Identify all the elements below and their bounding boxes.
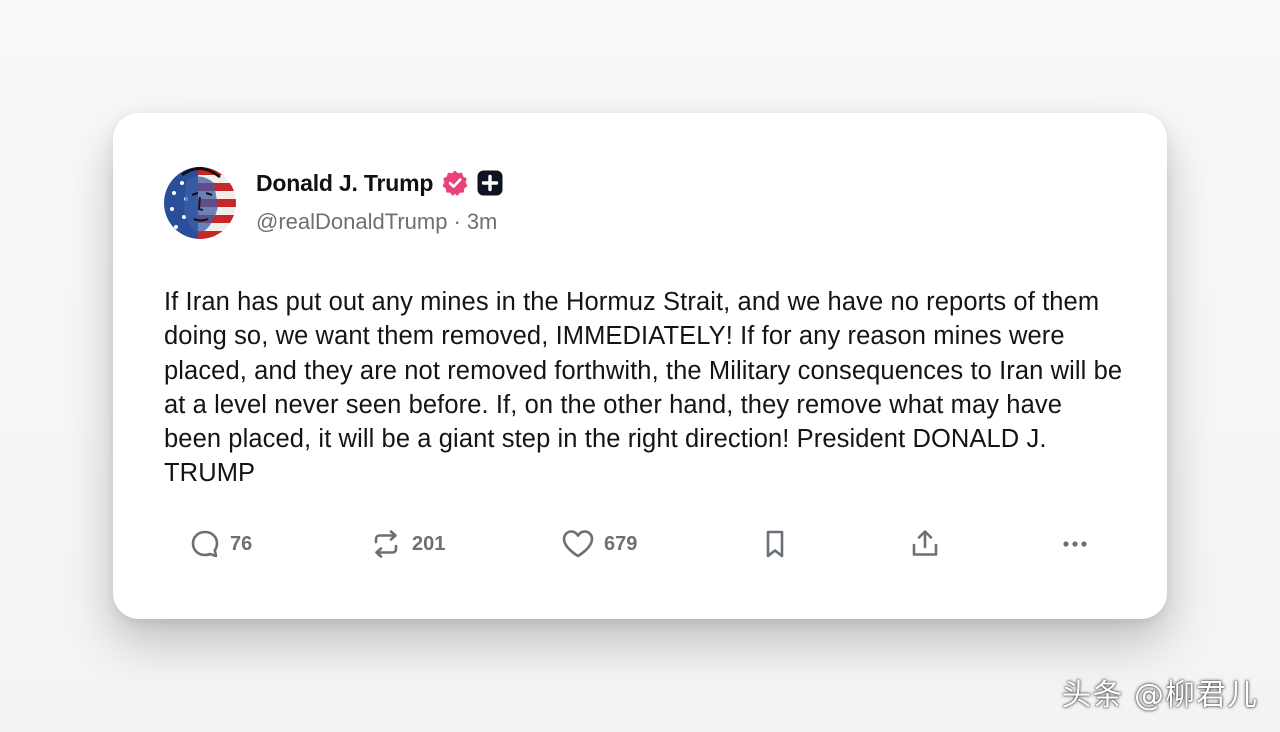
bookmark-icon [758, 527, 792, 561]
author-name-row: Donald J. Trump [256, 165, 503, 201]
heart-icon [560, 527, 596, 561]
share-icon [908, 527, 942, 561]
post-body-text: If Iran has put out any mines in the Hor… [164, 288, 1123, 488]
repost-button[interactable]: 201 [368, 523, 445, 565]
avatar-image [164, 167, 236, 239]
like-count: 679 [604, 532, 638, 555]
screenshot-stage: Donald J. Trump @realDonaldTrump · 3m If… [0, 0, 1280, 732]
reply-count: 76 [230, 532, 253, 555]
like-button[interactable]: 679 [560, 523, 637, 565]
post-timestamp[interactable]: 3m [467, 209, 498, 235]
repost-icon [368, 527, 404, 561]
post-card: Donald J. Trump @realDonaldTrump · 3m If… [113, 113, 1167, 619]
share-button[interactable] [908, 523, 942, 565]
more-icon [1058, 527, 1092, 561]
repost-count: 201 [412, 532, 446, 555]
reply-icon [188, 527, 222, 561]
post-action-bar: 76 201 679 [188, 523, 1108, 565]
plus-badge-icon [477, 170, 503, 196]
verified-badge-icon [441, 169, 469, 197]
author-display-name[interactable]: Donald J. Trump [256, 170, 433, 197]
avatar[interactable] [164, 167, 236, 239]
more-options-button[interactable] [1058, 523, 1092, 565]
author-meta-row: @realDonaldTrump · 3m [256, 209, 497, 235]
watermark-text: 头条 @柳君儿 [1061, 678, 1258, 713]
bookmark-button[interactable] [758, 523, 792, 565]
author-handle[interactable]: @realDonaldTrump [256, 209, 447, 235]
reply-button[interactable]: 76 [188, 523, 252, 565]
meta-separator: · [453, 209, 461, 234]
